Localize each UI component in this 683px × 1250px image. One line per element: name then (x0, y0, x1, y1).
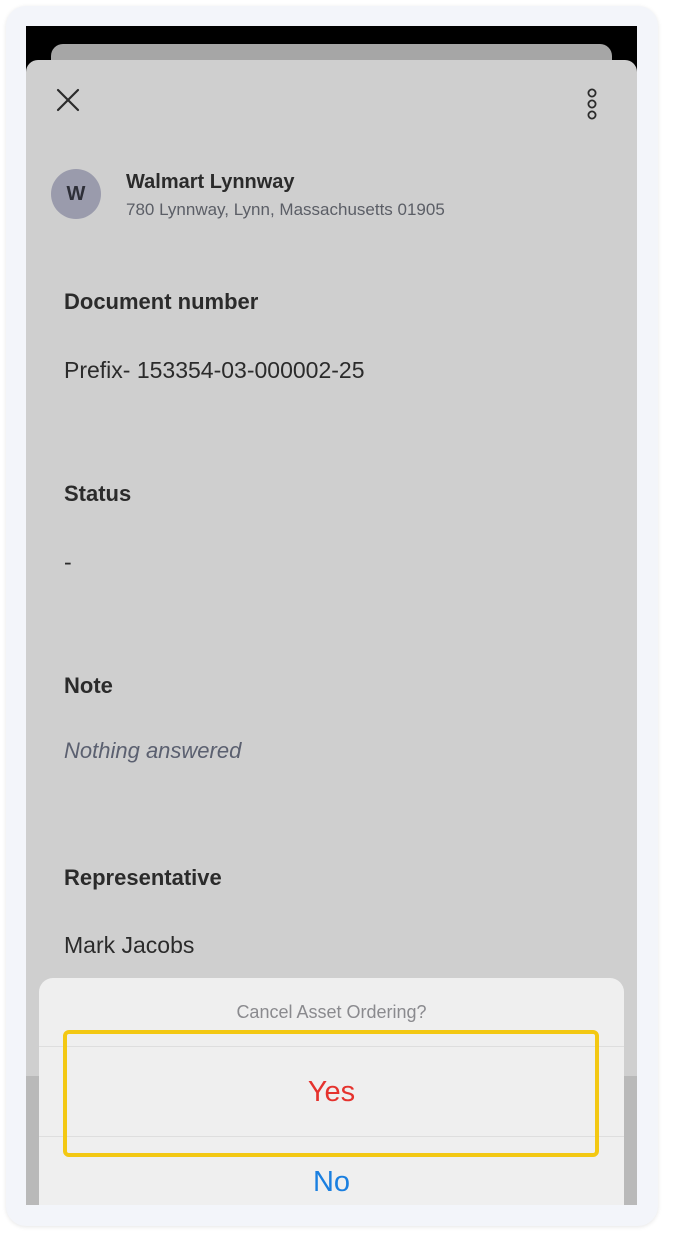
document-number-label: Document number (64, 289, 259, 314)
note-label: Note (64, 673, 113, 698)
store-address: 780 Lynnway, Lynn, Massachusetts 01905 (126, 200, 445, 219)
close-button[interactable] (52, 84, 84, 116)
avatar: W (51, 169, 101, 219)
more-options-button[interactable] (580, 84, 604, 124)
representative-label: Representative (64, 865, 222, 890)
divider (39, 1136, 624, 1137)
status-label: Status (64, 481, 132, 506)
action-sheet: Cancel Asset Ordering? Yes No (39, 978, 624, 1205)
no-button[interactable]: No (39, 1138, 624, 1205)
store-name: Walmart Lynnway (126, 171, 295, 193)
status-value: - (64, 549, 72, 575)
document-number-value: Prefix- 153354-03-000002-25 (64, 357, 365, 383)
yes-button[interactable]: Yes (39, 1048, 624, 1136)
more-vertical-icon (587, 88, 597, 120)
screen: W Walmart Lynnway 780 Lynnway, Lynn, Mas… (26, 26, 637, 1205)
divider (39, 1046, 624, 1047)
close-icon (56, 88, 80, 112)
representative-value: Mark Jacobs (64, 932, 195, 958)
action-sheet-title: Cancel Asset Ordering? (236, 1002, 427, 1022)
note-value: Nothing answered (64, 738, 242, 763)
